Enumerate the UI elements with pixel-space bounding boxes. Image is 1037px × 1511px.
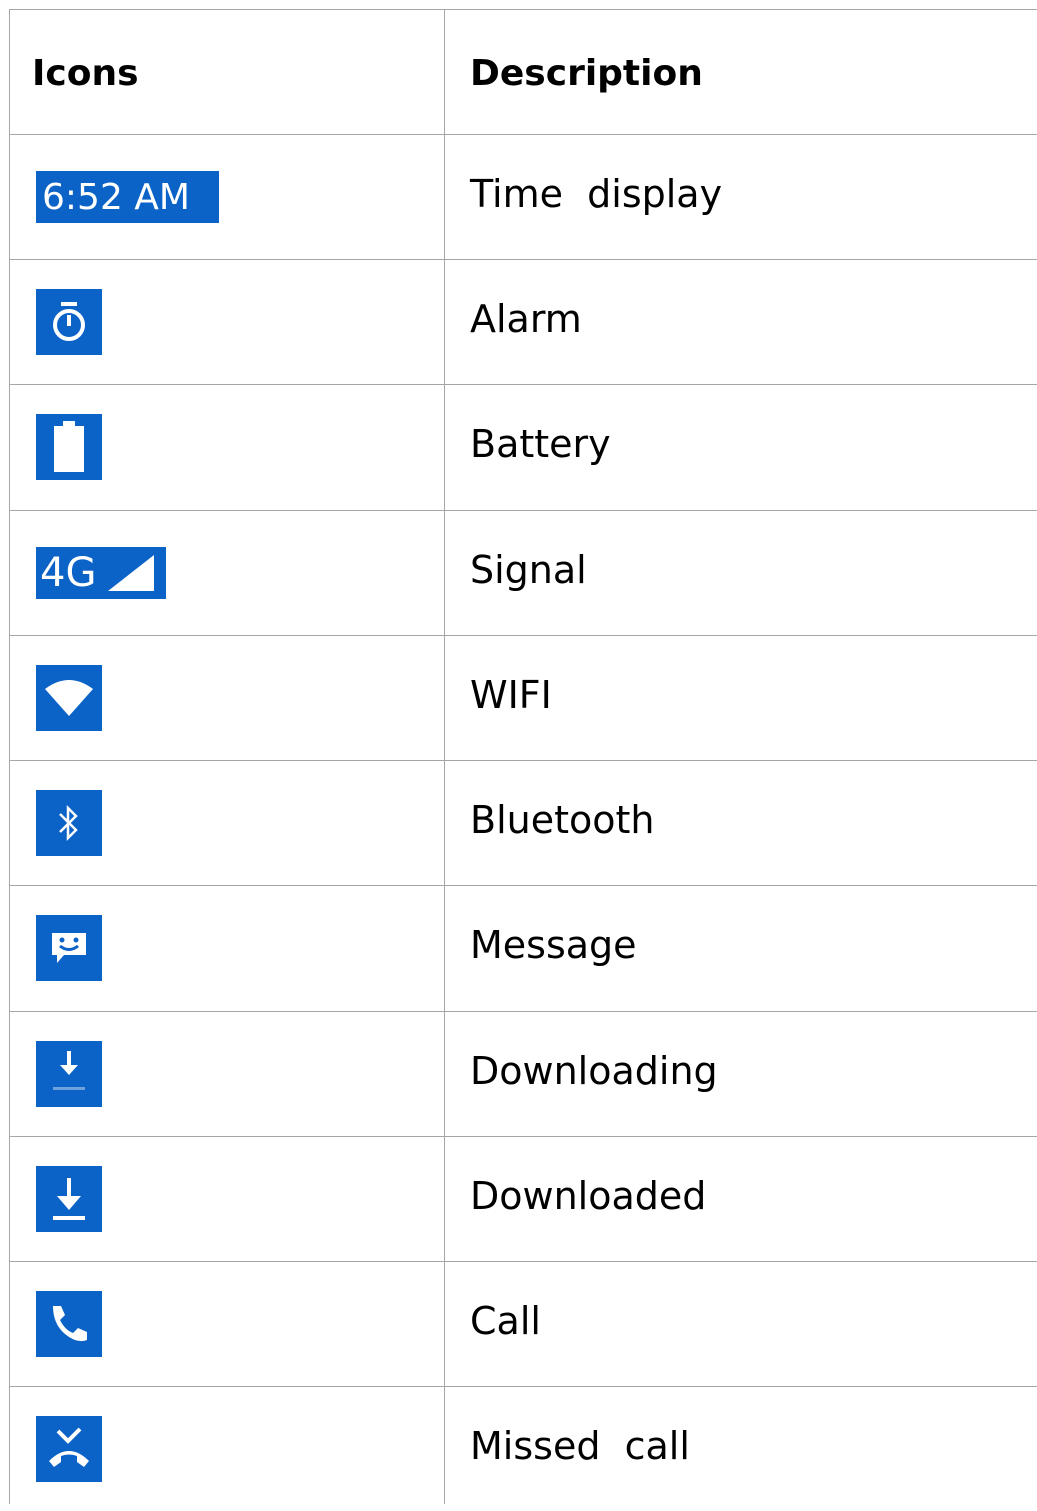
message-icon <box>36 915 102 981</box>
network-type-label: 4G <box>40 550 97 596</box>
row-description: WIFI <box>470 673 552 717</box>
table-row: Call <box>0 1261 1037 1386</box>
table-header-row: Icons Description <box>0 9 1037 134</box>
table-row: Missed call <box>0 1386 1037 1511</box>
table-row: Downloading <box>0 1011 1037 1136</box>
table-row: WIFI <box>0 635 1037 760</box>
row-description: Downloading <box>470 1049 718 1093</box>
wifi-icon <box>36 665 102 731</box>
table-row: Downloaded <box>0 1136 1037 1261</box>
signal-icon: 4G <box>36 547 166 599</box>
downloading-icon <box>36 1041 102 1107</box>
downloaded-icon <box>36 1166 102 1232</box>
table-row: Bluetooth <box>0 760 1037 885</box>
row-description: Bluetooth <box>470 798 655 842</box>
table-row: Message <box>0 885 1037 1010</box>
call-icon <box>36 1291 102 1357</box>
row-description: Battery <box>470 422 611 466</box>
row-description: Call <box>470 1299 541 1343</box>
battery-icon <box>36 414 102 480</box>
row-description: Downloaded <box>470 1174 707 1218</box>
time-display-icon: 6:52 AM <box>36 171 219 223</box>
table-row: 4G Signal <box>0 510 1037 635</box>
table-row: 6:52 AM Time display <box>0 134 1037 259</box>
bluetooth-icon <box>36 790 102 856</box>
alarm-icon <box>36 289 102 355</box>
row-description: Alarm <box>470 297 582 341</box>
header-description: Description <box>470 53 703 94</box>
table-row: Alarm <box>0 259 1037 384</box>
row-description: Time display <box>470 172 723 216</box>
row-description: Signal <box>470 548 587 592</box>
table-row: Battery <box>0 384 1037 509</box>
row-description: Missed call <box>470 1424 690 1468</box>
row-description: Message <box>470 923 637 967</box>
header-icons: Icons <box>32 53 139 94</box>
missed-call-icon <box>36 1416 102 1482</box>
